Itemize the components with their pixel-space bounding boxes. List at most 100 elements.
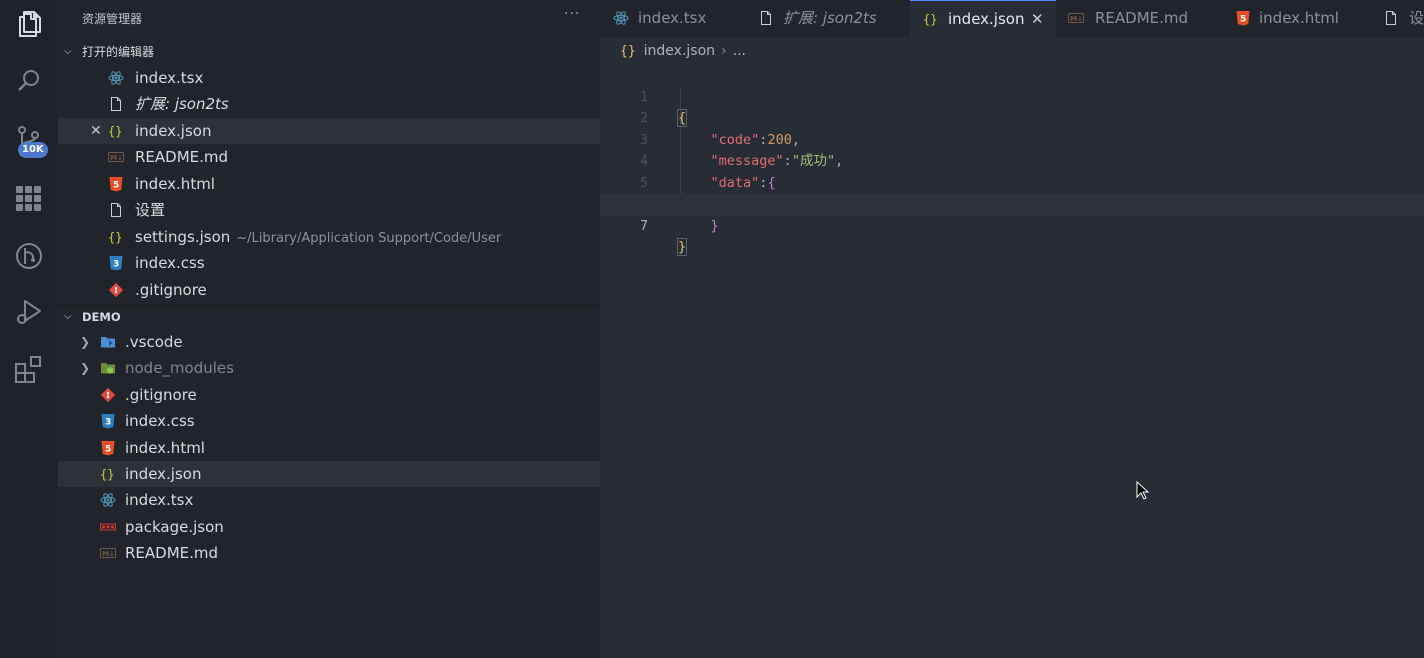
- open-editor-item[interactable]: index.tsx: [58, 65, 600, 91]
- mouse-pointer-icon: [1136, 480, 1150, 505]
- close-tab-icon[interactable]: ✕: [1031, 1, 1044, 37]
- file-icon: [108, 96, 124, 112]
- breadcrumb-symbols[interactable]: ...: [733, 43, 746, 59]
- tab-label: index.tsx: [638, 9, 707, 27]
- code-line: 2 "code":200,: [600, 87, 1424, 148]
- explorer-icon[interactable]: [13, 8, 45, 40]
- folder-item-label: .gitignore: [125, 386, 197, 404]
- folder-item[interactable]: 3 index.css: [58, 408, 600, 434]
- folder-item[interactable]: .gitignore: [58, 382, 600, 408]
- search-icon[interactable]: [13, 66, 45, 98]
- tab-readme-md[interactable]: M↓ README.md: [1056, 0, 1221, 37]
- file-icon: [758, 10, 774, 26]
- chevron-down-icon: ⌵: [64, 46, 72, 57]
- run-debug-icon[interactable]: [13, 296, 45, 328]
- open-editor-label: index.html: [135, 175, 215, 193]
- svg-text:5: 5: [113, 181, 119, 191]
- activity-bar: 10K: [0, 0, 59, 658]
- open-editor-label: settings.json: [135, 228, 231, 246]
- editor-tab-bar: index.tsx 扩展: json2ts {} index.json ✕ M↓…: [600, 0, 1424, 37]
- open-editor-label: index.tsx: [135, 69, 204, 87]
- json-icon: {}: [100, 466, 116, 482]
- tab-label: README.md: [1095, 9, 1189, 27]
- git-icon: [100, 387, 116, 403]
- folder-item[interactable]: index.tsx: [58, 487, 600, 513]
- git-graph-icon[interactable]: [13, 240, 45, 272]
- source-control-badge: 10K: [18, 142, 48, 158]
- svg-text:{}: {}: [108, 231, 122, 245]
- code-line: 1 {: [600, 65, 1424, 127]
- git-icon: [108, 282, 124, 298]
- html5-icon: 5: [100, 440, 116, 456]
- markdown-icon: M↓: [108, 149, 124, 165]
- folder-item-selected[interactable]: {} index.json: [58, 461, 600, 487]
- tab-label: index.html: [1259, 9, 1339, 27]
- folder-item[interactable]: M↓ README.md: [58, 540, 600, 566]
- folder-item[interactable]: 5 index.html: [58, 435, 600, 461]
- svg-text:M↓: M↓: [110, 154, 123, 162]
- tab-index-json[interactable]: {} index.json ✕: [910, 0, 1056, 37]
- open-editor-label: 扩展: json2ts: [135, 95, 229, 113]
- open-editor-item[interactable]: {} settings.json ~/Library/Application Su…: [58, 224, 600, 250]
- open-editor-label: .gitignore: [135, 281, 207, 299]
- code-line: 6 }: [600, 173, 1424, 234]
- open-editor-item[interactable]: .gitignore: [58, 277, 600, 303]
- css3-icon: 3: [108, 255, 124, 271]
- svg-text:5: 5: [105, 445, 111, 455]
- close-icon[interactable]: ✕: [90, 118, 102, 144]
- code-view[interactable]: 1 { 2 "code":200, 3 "message":"成功", 4 "d…: [600, 65, 1424, 256]
- open-editor-label: index.json: [135, 122, 212, 140]
- open-editors-title: 打开的编辑器: [82, 45, 155, 59]
- tab-index-tsx[interactable]: index.tsx: [600, 0, 746, 37]
- explorer-sidebar: 资源管理器 ··· ⌵ 打开的编辑器 index.tsx 扩展: json2ts…: [58, 0, 600, 658]
- breadcrumb-file[interactable]: index.json: [644, 43, 715, 59]
- folder-item-label: index.html: [125, 439, 205, 457]
- svg-text:{}: {}: [100, 468, 114, 482]
- folder-item[interactable]: ❯ node_modules: [58, 355, 600, 381]
- tab-label: 设: [1409, 9, 1424, 27]
- svg-text:M↓: M↓: [102, 550, 115, 558]
- svg-text:3: 3: [105, 418, 111, 428]
- extensions-icon[interactable]: [13, 354, 45, 386]
- css3-icon: 3: [100, 413, 116, 429]
- open-editor-label: README.md: [135, 148, 229, 166]
- tab-index-html[interactable]: 5 index.html: [1221, 0, 1371, 37]
- folder-header-demo[interactable]: ⌵ DEMO: [58, 305, 600, 328]
- react-icon: [100, 492, 116, 508]
- react-icon: [613, 10, 629, 26]
- svg-text:M↓: M↓: [1070, 15, 1083, 23]
- tab-settings[interactable]: 设: [1371, 0, 1424, 37]
- grid-icon[interactable]: [13, 182, 45, 214]
- open-editor-item[interactable]: 扩展: json2ts: [58, 91, 600, 117]
- open-editor-item[interactable]: 5 index.html: [58, 171, 600, 197]
- svg-text:{}: {}: [923, 13, 937, 27]
- breadcrumb[interactable]: {} index.json ›...: [620, 43, 746, 59]
- node-folder-icon: [100, 360, 116, 376]
- folder-item[interactable]: package.json: [58, 514, 600, 540]
- open-editor-label: 设置: [135, 201, 166, 219]
- markdown-icon: M↓: [100, 545, 116, 561]
- tab-label: 扩展: json2ts: [783, 9, 877, 27]
- open-editor-path: ~/Library/Application Support/Code/User: [236, 231, 502, 246]
- folder-item-label: package.json: [125, 518, 224, 536]
- file-icon: [108, 202, 124, 218]
- open-editor-item[interactable]: 3 index.css: [58, 250, 600, 276]
- sidebar-title: 资源管理器: [82, 12, 143, 26]
- open-editors-header[interactable]: ⌵ 打开的编辑器: [58, 41, 600, 63]
- folder-item[interactable]: ❯ .vscode: [58, 329, 600, 355]
- folder-item-label: .vscode: [125, 333, 183, 351]
- code-line-current: 7 }: [600, 194, 1424, 256]
- svg-text:{}: {}: [108, 125, 122, 139]
- folder-item-label: README.md: [125, 544, 219, 562]
- chevron-right-icon: ❯: [80, 361, 91, 375]
- html5-icon: 5: [108, 176, 124, 192]
- more-actions-button[interactable]: ···: [564, 6, 580, 22]
- open-editor-item[interactable]: 设置: [58, 197, 600, 223]
- svg-text:5: 5: [1240, 15, 1246, 25]
- vscode-window: 10K 资源管理器 ··· ⌵ 打开的编辑器 index.tsx 扩展: jso…: [0, 0, 1424, 658]
- tab-extension-json2ts[interactable]: 扩展: json2ts: [746, 0, 910, 37]
- open-editor-item-active[interactable]: ✕ {} index.json: [58, 118, 600, 144]
- open-editor-item[interactable]: M↓ README.md: [58, 144, 600, 170]
- editor-pane[interactable]: {} index.json ›... 1 { 2 "code":200, 3 "me…: [600, 37, 1424, 658]
- line-number: 7: [640, 218, 648, 234]
